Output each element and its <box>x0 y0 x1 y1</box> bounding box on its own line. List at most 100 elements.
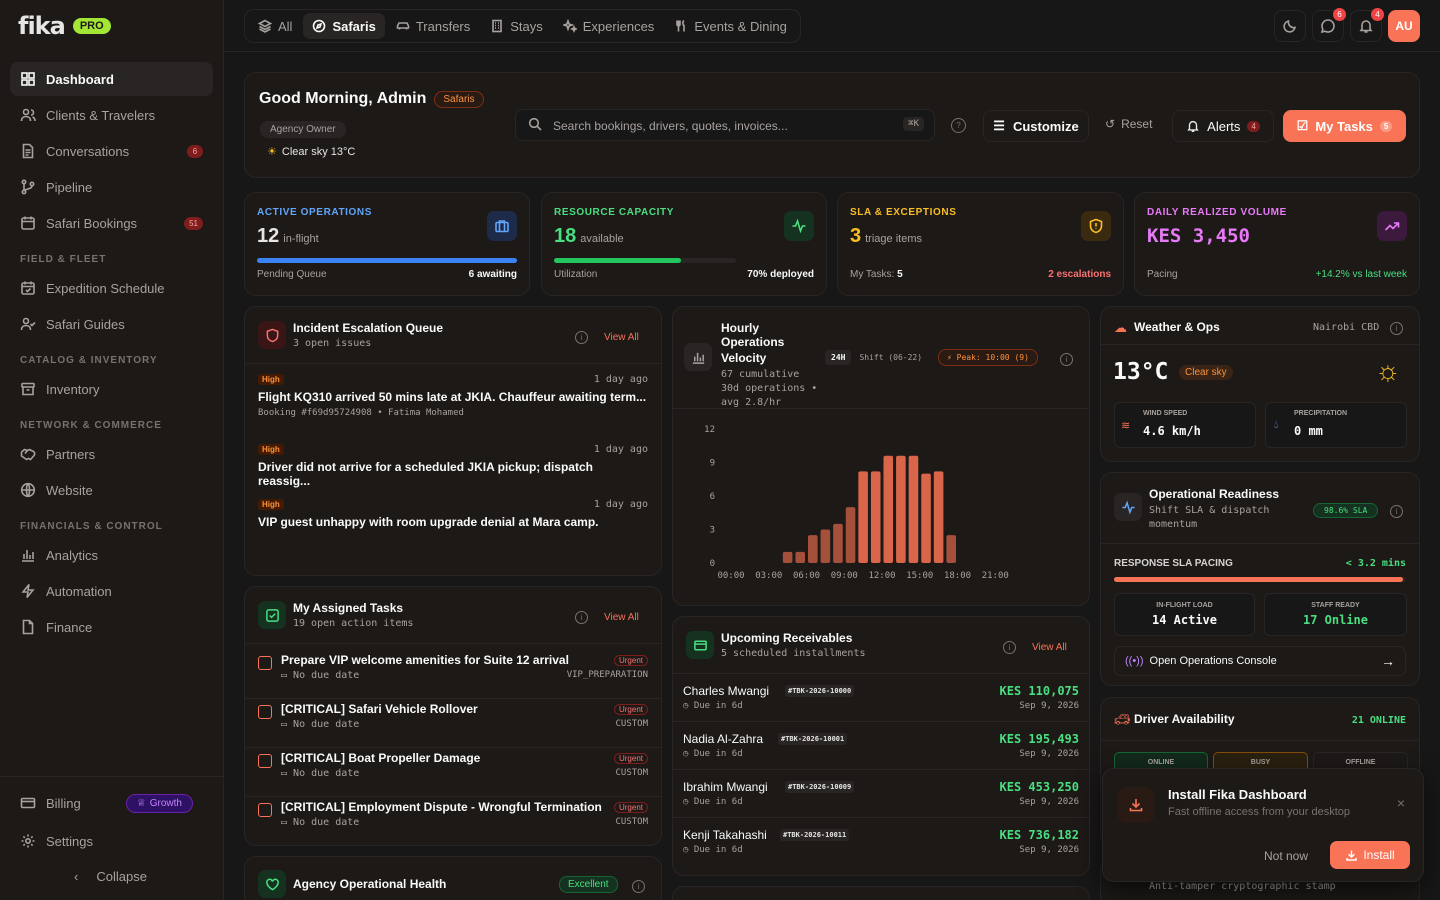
tab-experiences[interactable]: Experiences <box>554 13 664 39</box>
progress-track <box>554 258 736 263</box>
task-type: CUSTOM <box>615 719 648 729</box>
sidebar-item-safari-guides[interactable]: Safari Guides <box>10 307 213 341</box>
task-row[interactable]: [CRITICAL] Employment Dispute - Wrongful… <box>245 798 661 845</box>
bar-14:00[interactable] <box>908 455 919 563</box>
info-icon[interactable]: i <box>575 611 588 624</box>
search-input[interactable]: Search bookings, drivers, quotes, invoic… <box>515 109 935 141</box>
incident-item[interactable]: High 1 day ago Flight KQ310 arrived 50 mi… <box>258 374 648 418</box>
bar-17:00[interactable] <box>946 535 956 563</box>
sidebar-item-pipeline[interactable]: Pipeline <box>10 170 213 204</box>
tab-safaris[interactable]: Safaris <box>303 13 385 39</box>
collapse-button[interactable]: ‹ Collapse <box>74 869 147 884</box>
tab-events-dining[interactable]: Events & Dining <box>665 13 796 39</box>
sidebar-item-label: Analytics <box>46 547 99 563</box>
info-icon[interactable]: i <box>1390 322 1403 335</box>
incident-item[interactable]: High 1 day ago VIP guest unhappy with roo… <box>258 499 648 529</box>
tab-transfers[interactable]: Transfers <box>387 13 479 39</box>
info-icon[interactable]: i <box>1390 505 1403 518</box>
help-icon[interactable]: ? <box>951 118 966 133</box>
bar-09:00[interactable] <box>845 507 856 563</box>
task-due-text: No due date <box>293 768 360 779</box>
receivable-row[interactable]: Kenji Takahashi #TBK-2026-10011 ◷ Due in… <box>673 818 1089 866</box>
receivable-row[interactable]: Nadia Al-Zahra #TBK-2026-10001 ◷ Due in … <box>673 722 1089 770</box>
pacing-track <box>1114 577 1406 582</box>
y-tick-label: 3 <box>710 526 715 536</box>
bar-06:00[interactable] <box>808 535 818 563</box>
sidebar-item-finance[interactable]: Finance <box>10 610 213 644</box>
my-tasks-button[interactable]: ☑ My Tasks 5 <box>1283 110 1406 142</box>
info-icon[interactable]: i <box>1003 641 1016 654</box>
receivable-row[interactable]: Charles Mwangi #TBK-2026-10000 ◷ Due in … <box>673 674 1089 722</box>
bar-05:00[interactable] <box>795 551 805 563</box>
bar-10:00[interactable] <box>858 471 868 563</box>
sidebar-item-billing[interactable]: Billing ♕ Growth <box>10 786 213 820</box>
task-row[interactable]: [CRITICAL] Boat Propeller Damage Urgent … <box>245 749 661 797</box>
bar-07:00[interactable] <box>820 529 831 564</box>
task-checkbox[interactable] <box>258 803 272 817</box>
receivables-view-all-link[interactable]: View All <box>1032 642 1067 653</box>
notifications-button[interactable]: 4 <box>1350 8 1384 42</box>
sidebar-item-expedition-schedule[interactable]: Expedition Schedule <box>10 271 213 305</box>
sidebar-item-analytics[interactable]: Analytics <box>10 538 213 572</box>
sidebar-item-website[interactable]: Website <box>10 473 213 507</box>
stat-foot-left: Pacing <box>1147 269 1178 280</box>
task-checkbox[interactable] <box>258 656 272 670</box>
sun-icon: ☼ <box>1375 355 1401 386</box>
broadcast-icon: ((•)) <box>1125 655 1144 667</box>
chat-bubble-icon <box>1320 19 1335 34</box>
top-bar: All Safaris Transfers Stays Experiences … <box>224 0 1440 52</box>
stat-footer: Pacing +14.2% vs last week <box>1147 269 1407 280</box>
tab-all[interactable]: All <box>249 13 301 39</box>
card-title: My Assigned Tasks <box>293 601 404 615</box>
sidebar-item-label: Partners <box>46 446 96 462</box>
bar-15:00[interactable] <box>921 473 931 563</box>
not-now-button[interactable]: Not now <box>1264 849 1308 863</box>
range-24h-button[interactable]: 24H <box>825 350 852 365</box>
close-icon[interactable]: × <box>1397 795 1405 811</box>
bar-08:00[interactable] <box>833 523 843 563</box>
user-check-icon <box>20 317 36 331</box>
task-row[interactable]: Prepare VIP welcome amenities for Suite … <box>245 651 661 699</box>
x-tick-label: 06:00 <box>793 571 820 581</box>
sidebar-item-dashboard[interactable]: Dashboard <box>10 62 213 96</box>
incident-escalation-card: Incident Escalation Queue 3 open issues … <box>244 306 662 576</box>
info-icon[interactable]: i <box>632 880 645 893</box>
customize-button[interactable]: ☰ Customize <box>983 110 1089 142</box>
messages-button[interactable]: 6 <box>1312 8 1346 42</box>
location-label: Nairobi CBD <box>1313 322 1380 333</box>
receivable-row[interactable]: Ibrahim Mwangi #TBK-2026-10009 ◷ Due in … <box>673 770 1089 818</box>
shift-range-button[interactable]: Shift (06-22) <box>857 350 924 365</box>
notifications-count: 4 <box>1371 8 1384 21</box>
bar-13:00[interactable] <box>896 455 906 563</box>
bar-11:00[interactable] <box>870 471 881 563</box>
install-button[interactable]: Install <box>1330 841 1410 869</box>
alerts-button[interactable]: Alerts 4 <box>1172 110 1274 142</box>
sidebar-item-settings[interactable]: Settings <box>10 824 213 858</box>
info-icon[interactable]: i <box>575 331 588 344</box>
growth-plan-badge[interactable]: ♕ Growth <box>125 793 193 813</box>
x-tick-label: 00:00 <box>717 571 744 581</box>
open-console-button[interactable]: ((•)) Open Operations Console → <box>1114 646 1406 676</box>
tasks-view-all-link[interactable]: View All <box>604 612 639 623</box>
task-row[interactable]: [CRITICAL] Safari Vehicle Rollover Urgen… <box>245 700 661 748</box>
sidebar-item-inventory[interactable]: Inventory <box>10 372 213 406</box>
sidebar-item-clients[interactable]: Clients & Travelers <box>10 98 213 132</box>
sidebar-item-automation[interactable]: Automation <box>10 574 213 608</box>
shield-icon <box>258 321 286 349</box>
bar-12:00[interactable] <box>883 455 894 563</box>
tab-stays[interactable]: Stays <box>481 13 552 39</box>
avatar[interactable]: AU <box>1388 10 1420 42</box>
brand-logo[interactable]: fika PRO <box>18 12 111 40</box>
sidebar-item-partners[interactable]: Partners <box>10 437 213 471</box>
incident-item[interactable]: High 1 day ago Driver did not arrive for … <box>258 444 648 488</box>
sidebar-item-conversations[interactable]: Conversations 6 <box>10 134 213 168</box>
sidebar-item-safari-bookings[interactable]: Safari Bookings 51 <box>10 206 213 240</box>
theme-toggle-button[interactable] <box>1274 10 1306 42</box>
task-checkbox[interactable] <box>258 754 272 768</box>
reset-button[interactable]: ↺ Reset <box>1105 117 1152 131</box>
task-checkbox[interactable] <box>258 705 272 719</box>
bar-16:00[interactable] <box>933 471 944 563</box>
info-icon[interactable]: i <box>1060 353 1073 366</box>
bar-04:00[interactable] <box>782 551 793 563</box>
incidents-view-all-link[interactable]: View All <box>604 332 639 343</box>
